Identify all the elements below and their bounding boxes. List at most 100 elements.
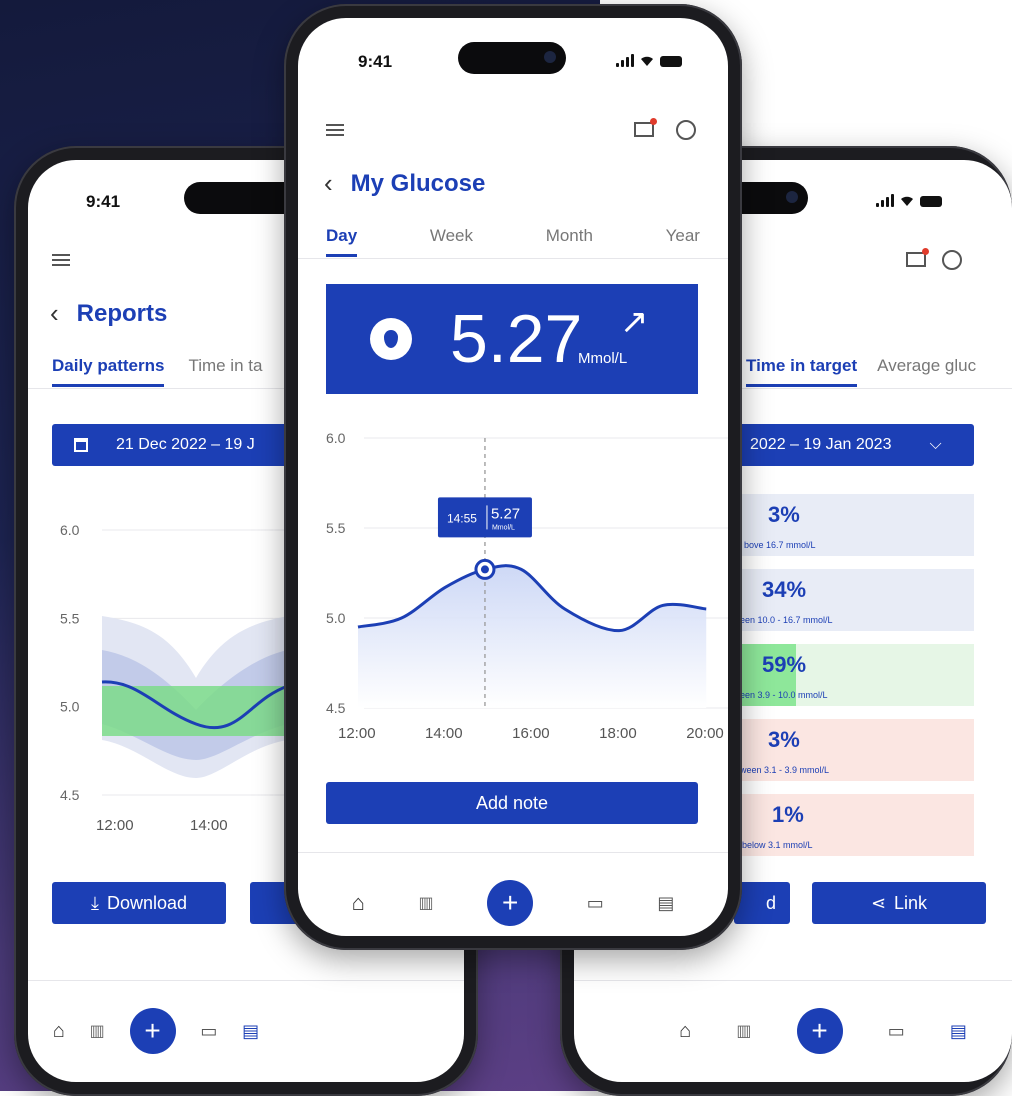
nav-notes-icon[interactable]: ▤ (950, 1021, 967, 1042)
download-icon: ⤓ (90, 892, 99, 913)
tooltip-unit: Mmol/L (492, 524, 515, 531)
download-button[interactable]: d (734, 882, 790, 924)
center-screen: 9:41 ‹ My Glucose Day Week Month Year 5.… (298, 18, 728, 936)
download-label: d (765, 892, 776, 913)
nav-calendar-icon[interactable]: ▭ (200, 1021, 217, 1042)
x-tick-label: 16:00 (512, 725, 550, 742)
nav-add-button[interactable]: + (796, 1008, 843, 1054)
date-range-picker[interactable]: 2022 – 19 Jan 2023 ⌵ (734, 424, 974, 466)
period-tabs: Day Week Month Year (326, 226, 700, 257)
y-tick-label: 5.5 (60, 610, 80, 626)
back-chevron-icon[interactable]: ‹ (50, 298, 59, 329)
tab-day[interactable]: Day (326, 226, 358, 257)
tab-time-in-target[interactable]: Time in target (746, 356, 858, 387)
tile-high: 34% een 10.0 - 16.7 mmol/L (716, 569, 974, 631)
arrow-up-right-icon: ↗ (620, 303, 649, 341)
dynamic-island (458, 42, 566, 74)
status-time: 9:41 (358, 52, 393, 71)
profile-icon[interactable] (676, 120, 696, 140)
date-range-picker[interactable]: 21 Dec 2022 – 19 J (52, 424, 312, 466)
nav-add-button[interactable]: + (487, 880, 534, 926)
glucose-day-chart: 6.0 5.5 5.0 4.5 14:55 5.27 Mmol/L 12:00 14:0… (326, 430, 728, 742)
nav-calendar-icon[interactable]: ▭ (888, 1021, 905, 1042)
nav-home-icon[interactable]: ⌂ (352, 890, 365, 916)
reading-value: 5.27 (450, 301, 583, 377)
date-range-label: 21 Dec 2022 – 19 J (116, 436, 255, 453)
nav-add-button[interactable]: + (129, 1008, 176, 1054)
page-title: Reports (76, 299, 168, 327)
tile-pct: 1% (772, 802, 804, 827)
status-time: 9:41 (86, 192, 121, 211)
page-header: ‹ Reports (50, 298, 167, 329)
nav-home-icon[interactable]: ⌂ (53, 1020, 65, 1043)
download-button[interactable]: ⤓ Download (52, 882, 226, 924)
tile-label: een 10.0 - 16.7 mmol/L (740, 615, 833, 625)
tile-label: below 3.1 mmol/L (742, 840, 813, 850)
mail-badge (922, 248, 929, 255)
y-tick-label: 6.0 (60, 522, 80, 538)
selected-point-center (480, 565, 489, 574)
nav-notes-icon[interactable]: ▤ (657, 893, 674, 914)
tab-average-glucose[interactable]: Average gluc (877, 356, 976, 387)
add-note-button[interactable]: Add note (326, 782, 698, 824)
tooltip-time: 14:55 (447, 511, 477, 525)
camera-icon (786, 191, 798, 203)
time-in-range-tiles: 3% bove 16.7 mmol/L 34% een 10.0 - 16.7 mm… (716, 494, 974, 864)
reading-unit: Mmol/L (578, 350, 628, 367)
drop-icon (370, 318, 412, 360)
page-header: ‹ My Glucose (324, 168, 485, 199)
nav-reports-icon[interactable]: ▥ (736, 1021, 751, 1041)
tab-divider (298, 258, 728, 259)
tile-in-range: 59% een 3.9 - 10.0 mmol/L (716, 644, 974, 706)
tile-label: een 3.9 - 10.0 mmol/L (740, 690, 828, 700)
signal-icon (616, 54, 634, 67)
tab-month[interactable]: Month (546, 226, 593, 257)
tile-very-high: 3% bove 16.7 mmol/L (716, 494, 974, 556)
status-icons (876, 194, 942, 207)
status-icons (616, 54, 682, 67)
back-chevron-icon[interactable]: ‹ (324, 168, 333, 199)
date-range-label: 2022 – 19 Jan 2023 (750, 436, 892, 453)
menu-icon[interactable] (52, 254, 70, 266)
menu-icon[interactable] (326, 124, 344, 136)
x-tick-label: 20:00 (686, 725, 724, 742)
page-title: My Glucose (350, 169, 486, 197)
y-tick-label: 5.5 (326, 520, 346, 536)
target-band (102, 686, 288, 736)
tooltip-value: 5.27 (491, 505, 520, 522)
nav-calendar-icon[interactable]: ▭ (587, 893, 604, 914)
x-tick-label: 14:00 (190, 817, 228, 834)
download-label: Download (106, 892, 188, 913)
wifi-icon (901, 196, 913, 206)
link-button[interactable]: ⋖ Link (812, 882, 986, 924)
calendar-icon (74, 438, 88, 452)
nav-home-icon[interactable]: ⌂ (679, 1020, 691, 1043)
y-tick-label: 6.0 (326, 430, 346, 446)
share-link-icon: ⋖ (870, 892, 887, 913)
tile-pct: 3% (768, 502, 800, 527)
profile-icon[interactable] (942, 250, 962, 270)
tab-time-in-target[interactable]: Time in ta (188, 356, 262, 387)
tile-label: ween 3.1 - 3.9 mmol/L (740, 765, 830, 775)
point-tooltip: 14:55 5.27 Mmol/L (437, 497, 532, 538)
signal-icon (876, 194, 894, 207)
battery-icon (920, 196, 942, 207)
link-label: Link (894, 892, 928, 913)
current-reading-card: 5.27 Mmol/L ↗ (326, 284, 698, 394)
tile-very-low: 1% below 3.1 mmol/L (716, 794, 974, 856)
tab-week[interactable]: Week (430, 226, 473, 257)
nav-reports-icon[interactable]: ▥ (418, 893, 433, 913)
bottom-nav: ⌂ ▥ + ▭ ▤ (574, 980, 1012, 1081)
y-tick-label: 4.5 (326, 700, 346, 716)
nav-notes-icon[interactable]: ▤ (242, 1021, 259, 1042)
add-note-label: Add note (475, 792, 549, 813)
x-tick-label: 12:00 (96, 817, 134, 834)
tile-pct: 34% (762, 577, 807, 602)
tab-daily-patterns[interactable]: Daily patterns (52, 356, 165, 387)
center-phone: 9:41 ‹ My Glucose Day Week Month Year 5.… (284, 4, 742, 950)
nav-reports-icon[interactable]: ▥ (90, 1021, 105, 1041)
chevron-down-icon: ⌵ (929, 436, 942, 453)
tile-label: bove 16.7 mmol/L (744, 540, 816, 550)
y-tick-label: 5.0 (326, 610, 346, 626)
tab-year[interactable]: Year (666, 226, 700, 257)
